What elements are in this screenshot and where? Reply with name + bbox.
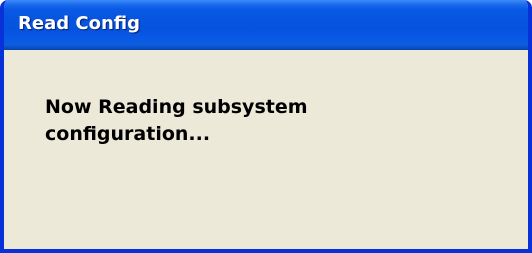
window-title: Read Config — [18, 13, 140, 34]
title-bar[interactable]: Read Config — [4, 0, 528, 50]
dialog-body: Now Reading subsystem configuration... — [4, 50, 528, 249]
status-message: Now Reading subsystem configuration... — [45, 96, 308, 145]
dialog-window: Read Config Now Reading subsystem config… — [0, 0, 532, 253]
